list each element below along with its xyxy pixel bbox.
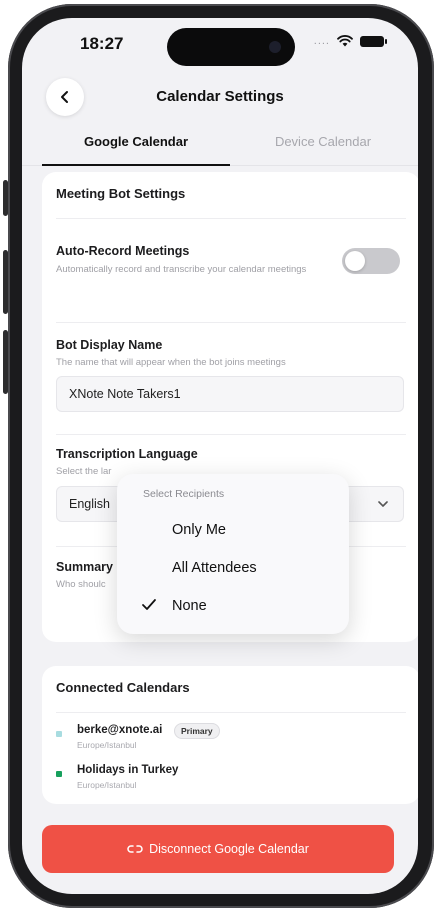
divider <box>56 712 406 713</box>
status-time: 18:27 <box>80 34 124 53</box>
divider <box>56 218 406 219</box>
divider <box>56 434 406 435</box>
auto-record-label: Auto-Record Meetings <box>56 244 190 258</box>
summary-label: Summary <box>56 560 113 574</box>
transcription-language-value: English <box>69 497 110 511</box>
transcription-language-description: Select the lar <box>56 466 112 477</box>
unlink-icon <box>127 845 143 853</box>
connected-calendars-card: Connected Calendars berke@xnote.ai Europ… <box>42 666 418 804</box>
nav-header: Calendar Settings <box>22 76 418 120</box>
app-screen: 18:27 .... Calendar Settings Google Cale… <box>22 18 418 894</box>
toggle-knob <box>345 251 365 271</box>
option-only-me[interactable]: Only Me <box>172 522 226 538</box>
checkmark-icon <box>142 599 156 610</box>
auto-record-description: Automatically record and transcribe your… <box>56 264 307 275</box>
option-none[interactable]: None <box>172 598 207 614</box>
tab-google-calendar[interactable]: Google Calendar <box>42 134 230 149</box>
calendar-tabs: Google Calendar Device Calendar <box>22 122 418 166</box>
wifi-icon <box>337 35 353 47</box>
calendar-name: Holidays in Turkey <box>77 764 179 776</box>
bot-display-name-description: The name that will appear when the bot j… <box>56 357 286 368</box>
disconnect-google-calendar-button[interactable]: Disconnect Google Calendar <box>42 825 394 873</box>
calendar-timezone: Europe/Istanbul <box>77 780 137 790</box>
auto-record-toggle[interactable] <box>342 248 400 274</box>
popup-title: Select Recipients <box>143 488 225 500</box>
battery-icon <box>360 35 387 47</box>
calendar-color-icon <box>56 731 62 737</box>
bot-display-name-label: Bot Display Name <box>56 338 163 352</box>
connected-calendars-title: Connected Calendars <box>56 680 190 695</box>
bot-display-name-input[interactable]: XNote Note Takers1 <box>56 376 404 412</box>
meeting-bot-section-title: Meeting Bot Settings <box>56 186 186 201</box>
page-title: Calendar Settings <box>156 88 284 105</box>
status-icons: .... <box>313 35 387 47</box>
signal-icon: .... <box>313 35 330 47</box>
option-all-attendees[interactable]: All Attendees <box>172 560 257 576</box>
bot-display-name-value: XNote Note Takers1 <box>69 387 181 401</box>
calendar-name: berke@xnote.ai <box>77 724 163 736</box>
dynamic-island <box>167 28 295 66</box>
calendar-color-icon <box>56 771 62 777</box>
active-tab-indicator <box>42 164 230 166</box>
camera-dot <box>269 41 281 53</box>
calendar-timezone: Europe/Istanbul <box>77 740 137 750</box>
tab-device-calendar[interactable]: Device Calendar <box>230 134 416 149</box>
select-recipients-popup: Select Recipients Only Me All Attendees … <box>117 474 349 634</box>
volume-up-button <box>3 250 8 314</box>
primary-badge: Primary <box>174 723 220 739</box>
mute-switch <box>3 180 8 216</box>
divider <box>56 322 406 323</box>
volume-down-button <box>3 330 8 394</box>
status-bar: 18:27 .... <box>22 18 418 70</box>
summary-description: Who shoulc <box>56 579 106 590</box>
transcription-language-label: Transcription Language <box>56 447 198 461</box>
disconnect-button-label: Disconnect Google Calendar <box>149 842 309 856</box>
chevron-down-icon <box>378 501 388 507</box>
